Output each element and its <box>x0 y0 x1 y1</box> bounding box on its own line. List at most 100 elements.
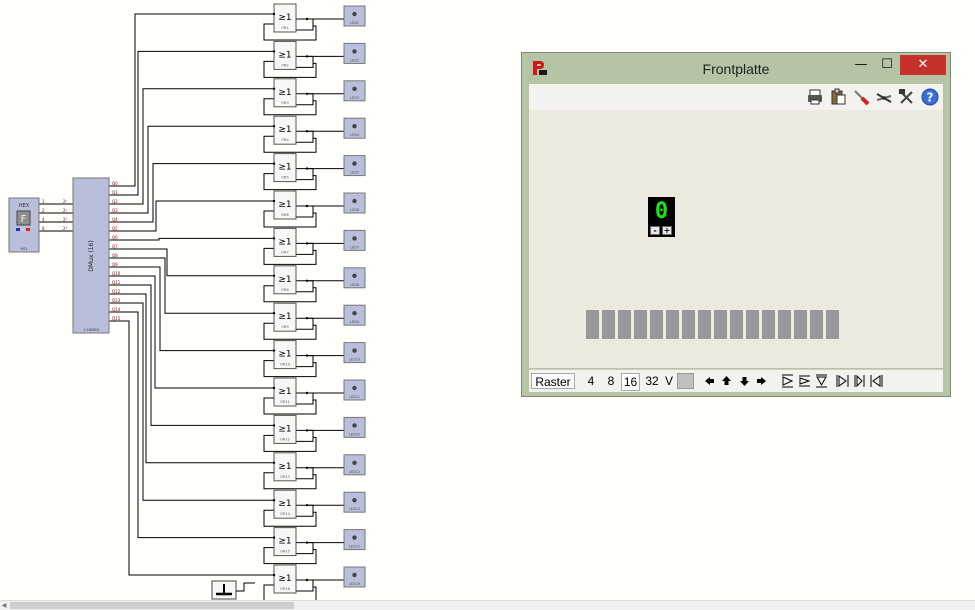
align-right-icon[interactable] <box>869 373 884 389</box>
demux-output-label: Q15 <box>112 316 121 321</box>
led-component[interactable]: LED4 <box>343 117 366 139</box>
scrollbar-thumb[interactable] <box>10 602 294 609</box>
or-gate-label: OR8 <box>281 288 288 292</box>
led-bar-segment <box>618 310 631 339</box>
led-component[interactable]: LED12 <box>343 416 366 438</box>
arrow-left-icon[interactable] <box>702 373 717 389</box>
maximize-button[interactable]: ☐ <box>874 55 900 75</box>
counter-decrement-button[interactable]: - <box>650 226 660 235</box>
pliers-icon[interactable] <box>875 88 893 106</box>
hex-switch-label: HEX <box>19 203 30 209</box>
screwdriver-icon[interactable] <box>852 88 870 106</box>
led-component[interactable]: LED1 <box>343 5 366 27</box>
or-symbol: ≥1 <box>278 163 291 173</box>
demux-output-label: Q12 <box>112 289 121 294</box>
or-gate[interactable]: ≥1 OR10 <box>272 340 297 370</box>
led-bar-segment <box>714 310 727 339</box>
led-component[interactable]: LED8 <box>343 267 366 289</box>
minimize-button[interactable]: — <box>848 55 874 75</box>
led-label: LED2 <box>350 58 359 62</box>
v-label[interactable]: V <box>664 373 674 389</box>
led-component[interactable]: LED15 <box>343 529 366 551</box>
align-bottom-icon[interactable] <box>814 373 829 389</box>
grid-option-16[interactable]: 16 <box>621 373 640 391</box>
or-gate[interactable]: ≥1 OR2 <box>272 40 297 70</box>
led-component[interactable]: LED3 <box>343 80 366 102</box>
frontplate-panel[interactable]: 0 - + <box>529 110 943 368</box>
printer-icon[interactable] <box>806 88 824 106</box>
or-gate[interactable]: ≥1 OR8 <box>272 265 297 295</box>
or-gate-label: OR13 <box>280 475 290 479</box>
or-symbol: ≥1 <box>278 462 291 472</box>
grid-option-32[interactable]: 32 <box>642 373 662 389</box>
led-label: LED9 <box>350 320 359 324</box>
or-gate[interactable]: ≥1 OR1 <box>272 3 297 33</box>
align-center-icon[interactable] <box>852 373 867 389</box>
arrow-down-icon[interactable] <box>737 373 752 389</box>
hex-switch[interactable]: HEX F HS1 <box>8 197 40 253</box>
led-component[interactable]: LED16 <box>343 566 366 588</box>
demux-output-label: Q10 <box>112 271 121 276</box>
or-gate[interactable]: ≥1 OR9 <box>272 302 297 332</box>
or-gate-label: OR7 <box>281 250 288 254</box>
hex-digit: F <box>21 214 27 225</box>
demux-block[interactable]: DMux (16) 1:16DMX <box>72 177 110 334</box>
led-bar-segment <box>826 310 839 339</box>
or-symbol: ≥1 <box>278 50 291 60</box>
align-middle-icon[interactable] <box>797 373 812 389</box>
close-button[interactable]: ✕ <box>900 55 946 75</box>
led-component[interactable]: LED7 <box>343 229 366 251</box>
or-gate[interactable]: ≥1 OR3 <box>272 78 297 108</box>
led-components[interactable]: LED1 LED2 LED3 LED4 LED5 LED6 LED7 LED8 LED9 LED1… <box>343 5 366 588</box>
led-component[interactable]: LED10 <box>343 342 366 364</box>
or-symbol: ≥1 <box>278 350 291 360</box>
or-gate-label: OR12 <box>280 437 290 441</box>
led-component[interactable]: LED9 <box>343 304 366 326</box>
or-gate[interactable]: ≥1 OR4 <box>272 115 297 145</box>
demux-output-label: Q4 <box>112 217 118 222</box>
help-icon[interactable]: ? <box>921 88 939 106</box>
led-bar-segment <box>634 310 647 339</box>
or-gate[interactable]: ≥1 OR16 <box>272 564 297 594</box>
or-gate[interactable]: ≥1 OR14 <box>272 489 297 519</box>
digit-counter: 0 - + <box>648 197 675 237</box>
tools-icon[interactable] <box>898 88 916 106</box>
or-gates[interactable]: ≥1 OR1 ≥1 OR2 ≥1 OR3 ≥1 OR4 ≥1 OR5 ≥1 OR6 ≥1 OR7 ≥1 OR8… <box>272 3 297 594</box>
or-gate[interactable]: ≥1 OR13 <box>272 452 297 482</box>
led-component[interactable]: LED5 <box>343 155 366 177</box>
ground-symbol[interactable] <box>211 580 255 600</box>
led-component[interactable]: LED11 <box>343 379 366 401</box>
led-bar-segment <box>682 310 695 339</box>
counter-increment-button[interactable]: + <box>662 226 672 235</box>
or-gate[interactable]: ≥1 OR5 <box>272 153 297 183</box>
or-symbol: ≥1 <box>278 237 291 247</box>
led-component[interactable]: LED13 <box>343 454 366 476</box>
or-gate[interactable]: ≥1 OR15 <box>272 527 297 557</box>
or-gate[interactable]: ≥1 OR11 <box>272 377 297 407</box>
or-symbol: ≥1 <box>278 574 291 584</box>
or-gate[interactable]: ≥1 OR7 <box>272 227 297 257</box>
or-gate[interactable]: ≥1 OR6 <box>272 190 297 220</box>
demux-output-label: Q11 <box>112 280 121 285</box>
svg-text:?: ? <box>927 91 934 105</box>
color-swatch[interactable] <box>677 373 694 389</box>
arrow-up-icon[interactable] <box>719 373 734 389</box>
or-gate-label: OR1 <box>281 26 288 30</box>
grid-option-8[interactable]: 8 <box>605 373 617 389</box>
raster-button[interactable]: Raster <box>531 373 575 389</box>
or-gate-label: OR10 <box>280 363 290 367</box>
clipboard-icon[interactable] <box>829 88 847 106</box>
led-bar-segment <box>778 310 791 339</box>
grid-option-4[interactable]: 4 <box>585 373 597 389</box>
align-left-icon[interactable] <box>835 373 850 389</box>
align-top-icon[interactable] <box>780 373 795 389</box>
or-gate-label: OR5 <box>281 176 288 180</box>
or-gate[interactable]: ≥1 OR12 <box>272 414 297 444</box>
frontplatte-window[interactable]: Frontplatte — ☐ ✕ ? 0 - + Raster 4 8 16 … <box>521 52 951 397</box>
led-component[interactable]: LED14 <box>343 491 366 513</box>
arrow-right-icon[interactable] <box>754 373 769 389</box>
led-component[interactable]: LED6 <box>343 192 366 214</box>
scroll-left-icon[interactable]: ◀ <box>0 602 8 609</box>
or-gate-label: OR9 <box>281 325 288 329</box>
led-component[interactable]: LED2 <box>343 42 366 64</box>
